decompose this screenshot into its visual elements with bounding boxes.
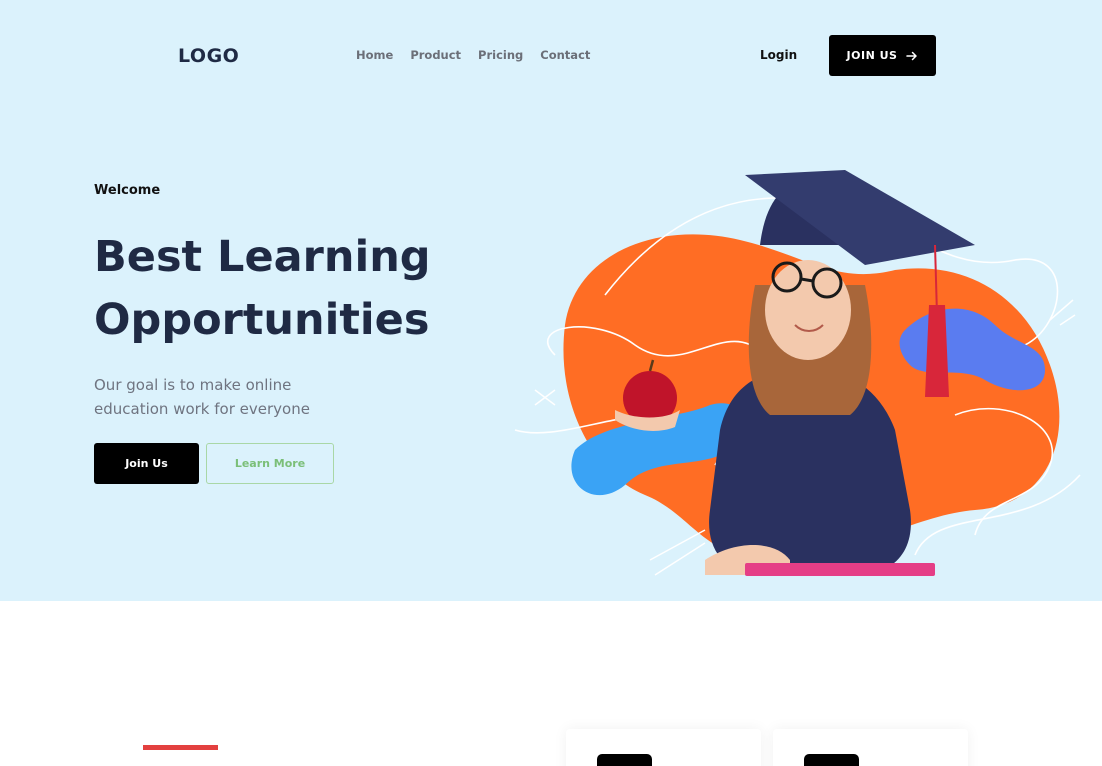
learn-more-button[interactable]: Learn More [206,443,334,484]
section-accent-bar [143,745,218,750]
join-us-header-label: JOIN US [846,49,898,62]
hero-headline: Best Learning Opportunities [94,226,534,352]
graduate-girl-illustration [514,170,1081,576]
feature-icon-box [597,754,652,766]
nav-home[interactable]: Home [356,48,393,62]
main-nav: Home Product Pricing Contact [356,48,590,62]
hero-subtext: Our goal is to make online education wor… [94,373,354,421]
features-section [0,601,1102,766]
feature-card[interactable] [566,729,761,766]
subtext-line-1: Our goal is to make online [94,376,292,394]
arrow-right-icon [906,51,918,60]
logo[interactable]: LOGO [178,45,239,67]
feature-card[interactable] [773,729,968,766]
join-us-header-button[interactable]: JOIN US [829,35,936,76]
nav-contact[interactable]: Contact [540,48,590,62]
nav-product[interactable]: Product [410,48,461,62]
nav-pricing[interactable]: Pricing [478,48,523,62]
subtext-line-2: education work for everyone [94,400,310,418]
feature-icon-box [804,754,859,766]
join-us-button[interactable]: Join Us [94,443,199,484]
login-link[interactable]: Login [760,48,797,62]
headline-line-1: Best Learning [94,232,431,282]
headline-line-2: Opportunities [94,295,430,345]
hero-eyebrow: Welcome [94,183,161,198]
hero-section: LOGO Home Product Pricing Contact Login … [0,0,1102,601]
